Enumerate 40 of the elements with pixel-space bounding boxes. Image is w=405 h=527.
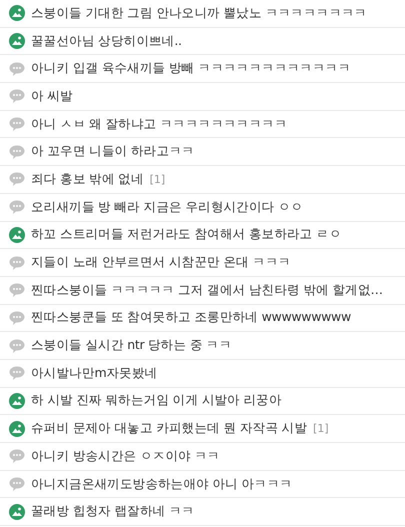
image-post-icon: [9, 420, 25, 437]
post-title-link[interactable]: 아 꼬우면 니들이 하라고ㅋㅋ: [31, 143, 194, 160]
post-title-link[interactable]: 오리새끼들 방 빼라 지금은 우리형시간이다 ㅇㅇ: [31, 198, 304, 216]
post-title-link[interactable]: 꿀꿀선아님 상당히이쁘네..: [31, 32, 182, 50]
post-title-link[interactable]: 지들이 노래 안부르면서 시참꾼만 온대 ㅋㅋㅋ: [31, 254, 291, 272]
speech-bubble-icon: [9, 338, 25, 354]
speech-bubble-icon: [9, 88, 25, 104]
speech-bubble-icon: [9, 282, 25, 298]
post-title-link[interactable]: 스붕이들 실시간 ntr 당하는 중 ㅋㅋ: [31, 337, 232, 354]
post-title-link[interactable]: 찐따스붕이들 ㅋㅋㅋㅋㅋ 그저 갤에서 남친타령 밖에 할게없…: [31, 282, 383, 299]
post-title-link[interactable]: 찐따스붕쿤들 또 참여못하고 조롱만하네 wwwwwwwww: [31, 309, 351, 326]
post-title-link[interactable]: 하 시발 진짜 뭐하는거임 이게 시발아 리꿍아: [31, 392, 282, 410]
post-title-link[interactable]: 하꼬 스트리머들 저런거라도 참여해서 홍보하라고 ㄹㅇ: [31, 226, 342, 244]
post-title-link[interactable]: 아니키 입갤 육수새끼들 방빼 ㅋㅋㅋㅋㅋㅋㅋㅋㅋㅋㅋㅋ: [31, 60, 350, 78]
post-title-link[interactable]: 슈퍼비 문제아 대놓고 카피했는데 뭔 자작곡 시발: [31, 420, 308, 438]
speech-bubble-icon: [9, 116, 25, 132]
image-post-icon: [9, 504, 25, 520]
speech-bubble-icon: [9, 171, 25, 188]
post-title-link[interactable]: 스붕이들 기대한 그림 안나오니까 뿔났노 ㅋㅋㅋㅋㅋㅋㅋㅋ: [31, 4, 367, 22]
speech-bubble-icon: [9, 144, 25, 160]
comment-count: [1]: [150, 172, 166, 186]
post-title-link[interactable]: 아니키 방송시간은 ㅇㅈ이야 ㅋㅋ: [31, 448, 220, 465]
image-post-icon: [9, 226, 25, 243]
speech-bubble-icon: [9, 448, 25, 464]
speech-bubble-icon: [9, 476, 25, 492]
post-title-link[interactable]: 죄다 홍보 밖에 없네: [31, 170, 144, 188]
speech-bubble-icon: [9, 60, 25, 77]
speech-bubble-icon: [9, 310, 25, 326]
speech-bubble-icon: [9, 199, 25, 216]
post-title-link[interactable]: 아니지금온새끼도방송하는애야 아니 아ㅋㅋㅋ: [31, 476, 292, 493]
post-title-link[interactable]: 아 씨발: [31, 88, 73, 105]
speech-bubble-icon: [9, 254, 25, 271]
speech-bubble-icon: [9, 365, 25, 382]
image-post-icon: [9, 33, 25, 50]
image-post-icon: [9, 5, 25, 22]
post-title-link[interactable]: 아니 ㅅㅂ 왜 잘하냐고 ㅋㅋㅋㅋㅋㅋㅋㅋㅋㅋ: [31, 116, 287, 133]
post-title-link[interactable]: 꿀래방 힙청자 랩잘하네 ㅋㅋ: [31, 503, 194, 520]
image-post-icon: [9, 392, 25, 409]
comment-count: [1]: [313, 422, 329, 436]
post-title-link[interactable]: 아시발나만m자못봤네: [31, 364, 158, 382]
